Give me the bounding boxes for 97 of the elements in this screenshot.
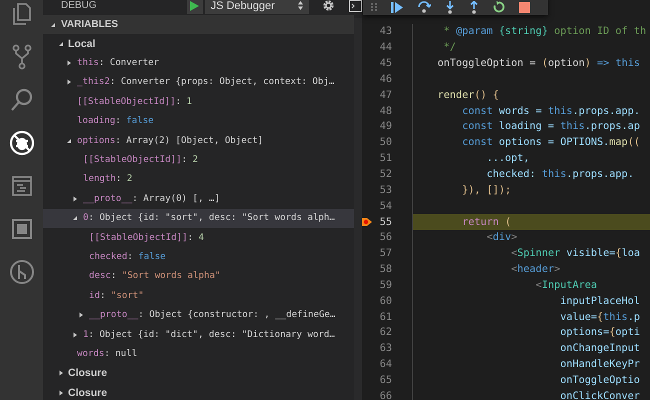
variable-row[interactable]: 0: Object {id: "sort", desc: "Sort words alph…	[43, 208, 354, 228]
scope-row[interactable]: Local	[43, 34, 354, 54]
variable-row[interactable]: [[StableObjectId]]: 1	[43, 92, 354, 112]
collapsed-caret-icon	[58, 390, 64, 396]
play-icon	[190, 0, 200, 10]
line-number: 61	[378, 312, 392, 323]
grip-icon[interactable]	[371, 3, 377, 11]
line-number: 51	[378, 153, 392, 164]
variable-row[interactable]: _this2: Converter {props: Object, context: Obj…	[43, 72, 354, 92]
console-icon[interactable]	[348, 0, 362, 12]
stop-icon[interactable]	[519, 2, 530, 12]
variable-row[interactable]: [[StableObjectId]]: 4	[43, 228, 354, 248]
variable-row[interactable]: words: null	[43, 344, 354, 364]
search-icon[interactable]	[10, 88, 34, 112]
line-number: 55	[378, 216, 392, 228]
code-line: const options = OPTIONS.map((	[412, 134, 650, 151]
line-number: 64	[378, 359, 392, 370]
variable-row[interactable]: id: "sort"	[43, 286, 354, 306]
variable-row[interactable]: this: Converter	[43, 53, 354, 73]
panel-title: DEBUG	[61, 0, 97, 11]
scope-row[interactable]: Closure	[43, 383, 354, 400]
line-number: 65	[378, 374, 392, 386]
restart-icon[interactable]	[493, 1, 505, 13]
line-number: 50	[378, 137, 392, 148]
line-number: 58	[378, 264, 392, 276]
variable-row[interactable]: __proto__: Array(0) [, …]	[43, 189, 354, 209]
variable-row[interactable]: options: Array(2) [Object, Object]	[43, 130, 354, 150]
collapsed-caret-icon	[78, 312, 84, 318]
expanded-caret-icon	[58, 40, 64, 47]
line-number: 66	[378, 390, 392, 400]
scope-row[interactable]: Closure	[43, 364, 354, 384]
collapsed-caret-icon	[66, 60, 72, 66]
code-line: render() {	[412, 87, 650, 104]
line-number: 54	[378, 200, 392, 212]
collapsed-caret-icon	[66, 79, 72, 86]
code-line: const loading = this.props.ap	[412, 119, 650, 135]
extensions-icon[interactable]	[10, 218, 32, 240]
line-number: 46	[378, 74, 392, 85]
variable-row[interactable]: __proto__: Object {constructor: , __defineGe…	[43, 305, 354, 325]
settings-icon[interactable]	[322, 0, 335, 12]
updown-icon	[298, 1, 303, 10]
variable-row[interactable]: loading: false	[43, 112, 354, 131]
line-number: 62	[378, 327, 392, 338]
line-number: 63	[378, 343, 392, 354]
step-out-icon[interactable]	[469, 0, 479, 14]
collapsed-caret-icon	[72, 196, 78, 202]
start-debugging-button[interactable]	[186, 0, 203, 14]
expanded-caret-icon	[72, 215, 78, 222]
line-number: 45	[378, 58, 392, 70]
code-line: */	[412, 40, 650, 56]
line-number: 48	[378, 106, 392, 117]
expanded-caret-icon	[50, 22, 56, 28]
configuration-dropdown[interactable]: JS Debugger	[204, 0, 309, 14]
code-line: options={opti	[412, 325, 650, 341]
variable-row[interactable]: length: 2	[43, 170, 354, 190]
line-number: 47	[378, 90, 392, 101]
continue-icon[interactable]	[391, 2, 403, 12]
collapsed-caret-icon	[72, 332, 78, 338]
step-over-icon[interactable]	[417, 1, 431, 13]
line-number: 44	[378, 42, 392, 54]
code-line: checked: this.props.app.	[412, 166, 650, 182]
branch-icon[interactable]	[8, 258, 34, 284]
scrollbar[interactable]	[354, 18, 362, 400]
line-number: 52	[378, 169, 392, 180]
code-line: ...opt,	[412, 150, 650, 167]
code-line: onClickConver	[412, 388, 650, 400]
code-line: onToggleOptio	[412, 372, 650, 388]
variable-row[interactable]: [[StableObjectId]]: 2	[43, 150, 354, 170]
code-line: <InputArea	[412, 278, 650, 294]
line-number: 49	[378, 121, 392, 132]
line-number: 57	[378, 248, 392, 260]
code-line: <Spinner visible={loa	[412, 246, 650, 262]
line-number: 53	[378, 184, 392, 196]
line-number: 59	[378, 280, 392, 291]
section-header[interactable]: VARIABLES	[43, 15, 354, 34]
code-line: onChangeInput	[412, 340, 650, 357]
code-line: inputPlaceHol	[412, 293, 650, 310]
variable-row[interactable]: 1: Object {id: "dict", desc: "Dictionary word…	[43, 324, 354, 344]
code-line: <div>	[412, 230, 650, 246]
code-line: value={this.p	[412, 309, 650, 326]
variable-row[interactable]: desc: "Sort words alpha"	[43, 266, 354, 286]
code-line: }), []);	[412, 182, 650, 198]
line-number: 43	[378, 26, 392, 38]
terminal-icon[interactable]	[10, 174, 32, 196]
code-line: onToggleOption = (option) => this	[412, 56, 650, 72]
variable-row[interactable]: checked: false	[43, 247, 354, 267]
step-into-icon[interactable]	[445, 0, 455, 14]
expanded-caret-icon	[66, 138, 72, 144]
collapsed-caret-icon	[58, 370, 64, 376]
debug-icon[interactable]	[8, 130, 34, 156]
line-number: 56	[378, 232, 392, 244]
code-line: const words = this.props.app.	[412, 103, 650, 120]
source-control-icon[interactable]	[10, 44, 34, 70]
code-line: <header>	[412, 262, 650, 278]
line-number: 60	[378, 296, 392, 307]
code-line: onHandleKeyPr	[412, 356, 650, 373]
code-line: * @param {string} option ID of th	[412, 24, 650, 40]
